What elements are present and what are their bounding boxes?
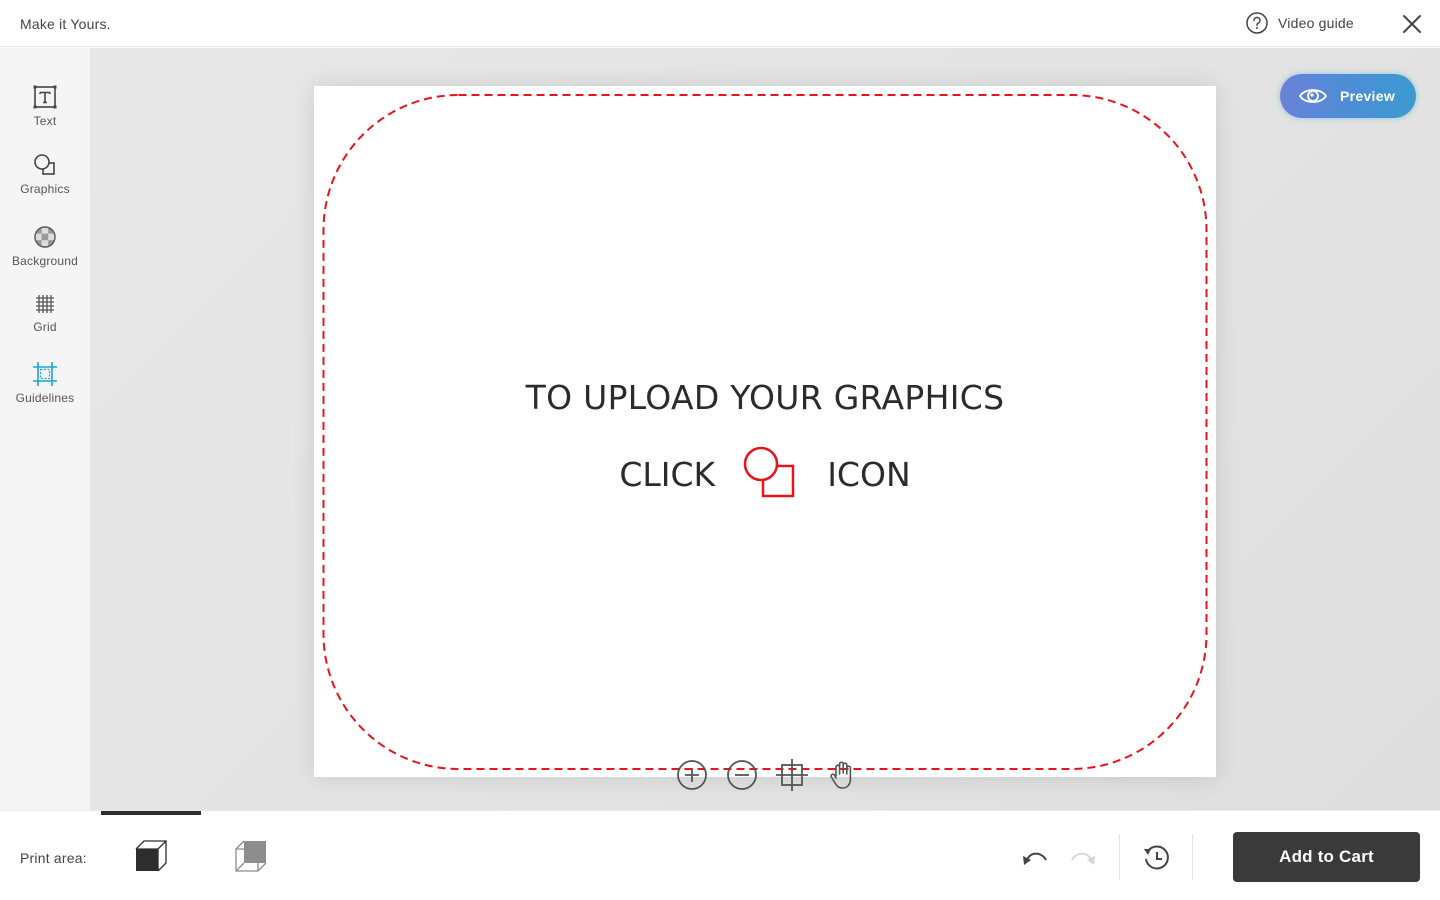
hand-icon xyxy=(830,761,852,789)
sidebar-item-grid[interactable]: Grid xyxy=(0,292,90,334)
sidebar-item-label: Graphics xyxy=(20,182,70,196)
shapes-icon xyxy=(34,154,55,175)
design-workspace: TO UPLOAD YOUR GRAPHICS CLICK ICON Previ… xyxy=(90,48,1440,810)
bottom-bar: Print area: Add to Cart xyxy=(0,810,1440,900)
sidebar-item-text[interactable]: Text xyxy=(0,84,90,128)
undo-button[interactable] xyxy=(1020,844,1050,872)
eye-icon xyxy=(1298,89,1328,103)
guidelines-icon xyxy=(33,362,57,386)
cube-front-icon xyxy=(135,840,167,872)
divider xyxy=(1192,834,1193,880)
hint-line-2: CLICK ICON xyxy=(314,446,1216,502)
zoom-out-button[interactable] xyxy=(726,759,758,791)
zoom-out-icon xyxy=(727,760,757,790)
preview-button[interactable]: Preview xyxy=(1280,74,1416,118)
zoom-in-button[interactable] xyxy=(676,759,708,791)
safe-area-outline xyxy=(322,94,1208,770)
redo-icon xyxy=(1071,852,1095,865)
print-area-back-option[interactable] xyxy=(234,839,268,873)
add-to-cart-button[interactable]: Add to Cart xyxy=(1233,832,1420,882)
sidebar-item-label: Background xyxy=(11,254,79,268)
print-area-label: Print area: xyxy=(20,850,87,866)
sidebar-item-graphics[interactable]: Graphics xyxy=(0,152,90,196)
question-circle-icon xyxy=(1246,12,1268,34)
top-bar: Make it Yours. Video guide xyxy=(0,0,1440,47)
close-icon xyxy=(1403,15,1421,33)
tool-sidebar: Text Graphics Background Grid Guidelines xyxy=(0,48,90,810)
hint-line-1: TO UPLOAD YOUR GRAPHICS xyxy=(525,378,1005,417)
sidebar-item-label: Guidelines xyxy=(15,391,75,405)
video-guide-label: Video guide xyxy=(1278,15,1354,31)
video-guide-link[interactable]: Video guide xyxy=(1246,12,1354,34)
design-canvas[interactable]: TO UPLOAD YOUR GRAPHICS CLICK ICON xyxy=(314,86,1216,777)
print-area-front-option[interactable] xyxy=(134,839,168,873)
zoom-toolbar xyxy=(676,759,876,791)
hint-click-text: CLICK xyxy=(619,454,716,494)
undo-icon xyxy=(1023,852,1047,865)
sidebar-item-label: Grid xyxy=(33,320,57,334)
hint-icon-text: ICON xyxy=(827,454,911,494)
pan-button[interactable] xyxy=(826,759,858,791)
shapes-icon xyxy=(743,446,795,498)
app-title: Make it Yours. xyxy=(20,16,111,32)
sidebar-item-label: Text xyxy=(33,114,57,128)
cube-back-icon xyxy=(235,840,267,872)
close-button[interactable] xyxy=(1400,12,1424,36)
divider xyxy=(1119,834,1120,880)
sidebar-item-background[interactable]: Background xyxy=(0,224,90,268)
sidebar-item-guidelines[interactable]: Guidelines xyxy=(0,361,90,405)
crosshair-frame-icon xyxy=(776,759,808,791)
checker-circle-icon xyxy=(34,226,56,248)
active-print-area-indicator xyxy=(101,811,201,815)
zoom-in-icon xyxy=(677,760,707,790)
grid-icon xyxy=(36,295,54,313)
history-icon xyxy=(1144,845,1169,870)
redo-button[interactable] xyxy=(1068,844,1098,872)
text-box-icon xyxy=(33,85,57,109)
preview-label: Preview xyxy=(1340,88,1396,104)
history-button[interactable] xyxy=(1141,844,1171,872)
fit-to-screen-button[interactable] xyxy=(776,759,808,791)
